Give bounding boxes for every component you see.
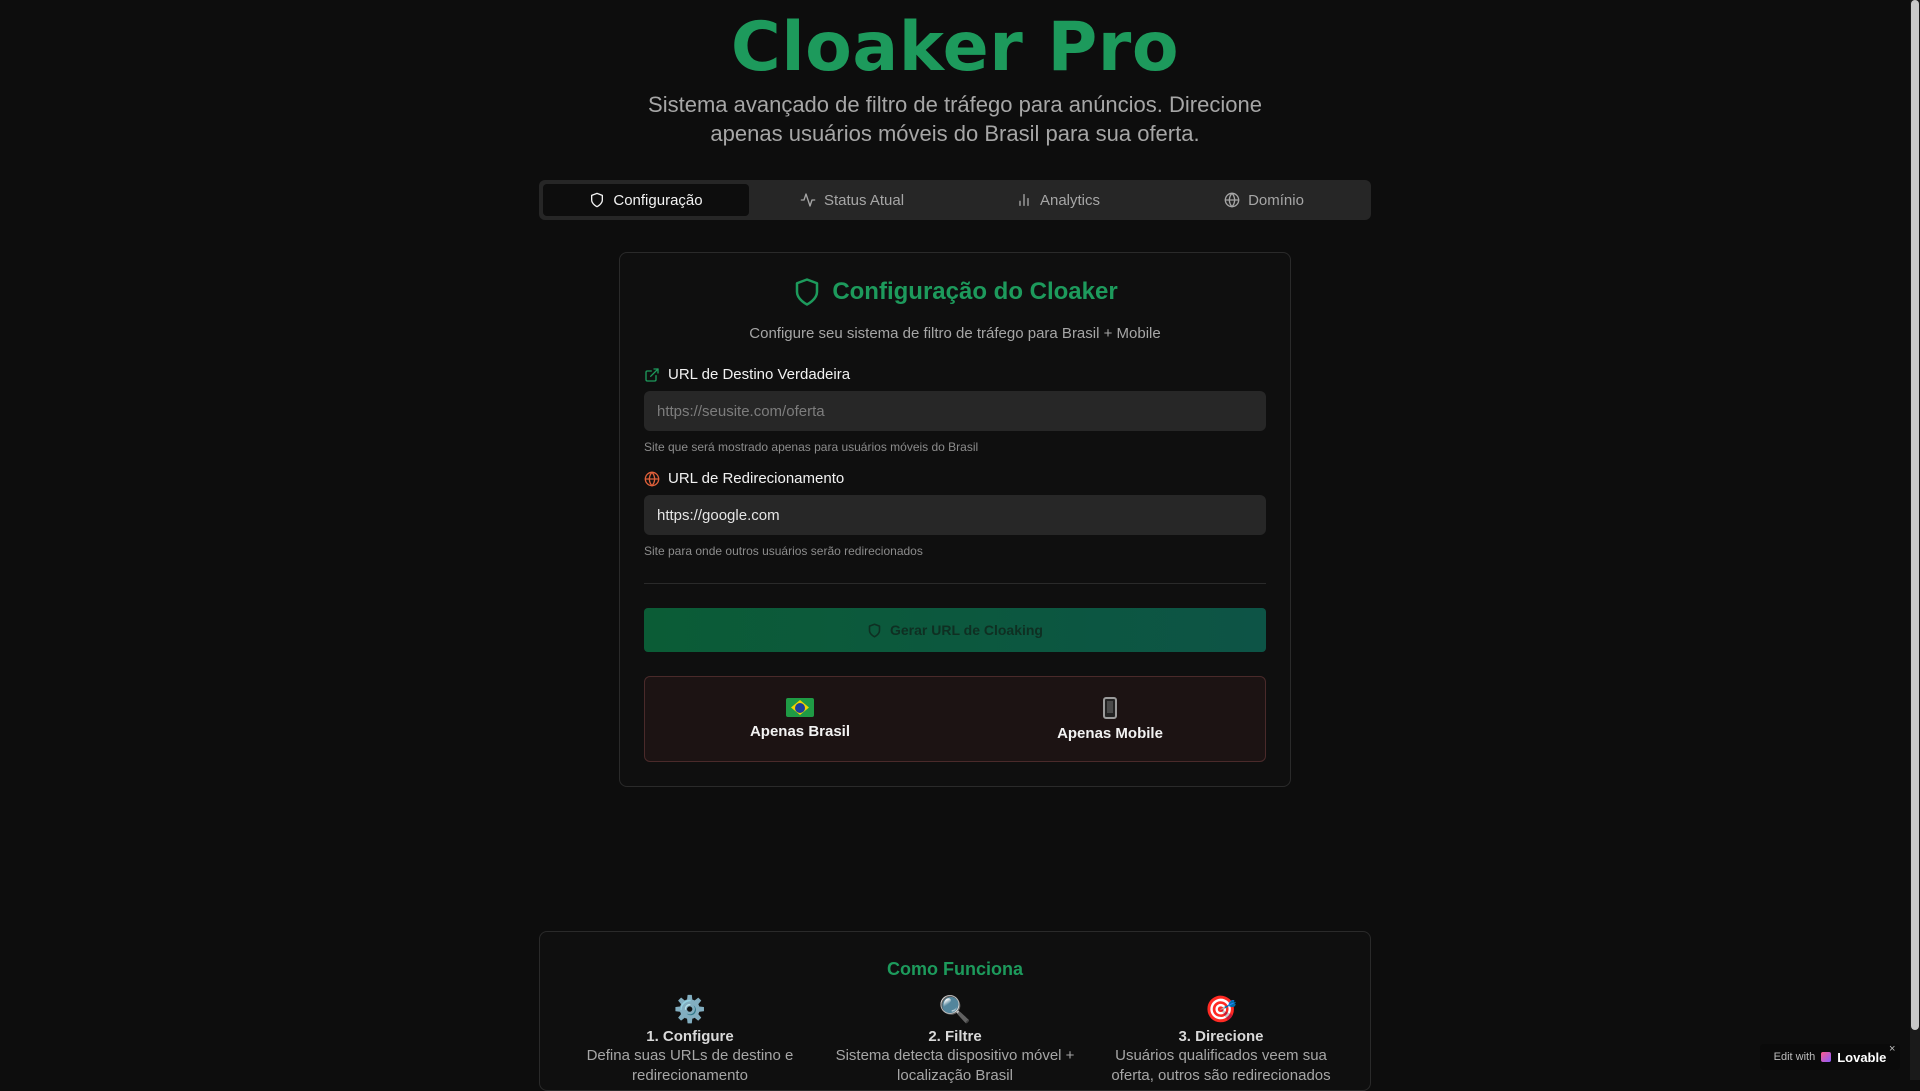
brazil-flag-icon	[786, 698, 814, 717]
page-subtitle: Sistema avançado de filtro de tráfego pa…	[648, 92, 1262, 146]
step-title: 3. Direcione	[1178, 1028, 1264, 1045]
badge-brand: Lovable	[1837, 1049, 1887, 1065]
step-description: Defina suas URLs de destino e redirecion…	[586, 1047, 794, 1084]
magnifier-icon: 🔍	[938, 994, 972, 1024]
filter-label: Apenas Mobile	[1057, 724, 1163, 742]
step-direct: 🎯 3. Direcione Usuários qualificados vee…	[1096, 992, 1346, 1086]
tab-dominio[interactable]: Domínio	[1161, 184, 1367, 216]
redirect-url-input[interactable]	[644, 495, 1266, 535]
divider	[644, 583, 1266, 584]
step-description: Usuários qualificados veem sua oferta, o…	[1111, 1047, 1331, 1084]
config-card-description: Configure seu sistema de filtro de tráfe…	[749, 325, 1161, 342]
generate-cloaking-url-button[interactable]: Gerar URL de Cloaking	[644, 608, 1266, 652]
config-card: Configuração do Cloaker Configure seu si…	[619, 252, 1291, 787]
step-configure: ⚙️ 1. Configure Defina suas URLs de dest…	[565, 992, 815, 1086]
shield-icon	[591, 192, 604, 208]
gear-icon: ⚙️	[673, 994, 707, 1024]
shield-icon	[796, 278, 819, 306]
tab-bar: Configuração Status Atual Analytics Domí…	[539, 180, 1371, 220]
how-it-works-card: Como Funciona ⚙️ 1. Configure Defina sua…	[539, 931, 1371, 1091]
redirect-url-hint: Site para onde outros usuários serão red…	[644, 544, 923, 558]
step-title: 1. Configure	[646, 1028, 734, 1045]
globe-icon	[1224, 192, 1240, 208]
tab-configuracao[interactable]: Configuração	[543, 184, 749, 216]
edit-with-lovable-badge[interactable]: Edit with Lovable	[1760, 1044, 1900, 1070]
page-title: Cloaker Pro	[730, 8, 1180, 87]
tab-status-atual[interactable]: Status Atual	[749, 184, 955, 216]
tab-analytics[interactable]: Analytics	[955, 184, 1161, 216]
scrollbar-thumb[interactable]	[1911, 0, 1919, 1030]
dest-url-label-text: URL de Destino Verdadeira	[668, 366, 851, 383]
filter-brazil-only: Apenas Brasil	[645, 677, 955, 761]
config-card-header: Configuração do Cloaker	[620, 277, 1290, 307]
filter-summary: Apenas Brasil Apenas Mobile	[644, 676, 1266, 762]
dest-url-input[interactable]	[644, 391, 1266, 431]
external-link-icon	[645, 367, 659, 382]
dest-url-hint: Site que será mostrado apenas para usuár…	[644, 440, 979, 454]
tab-label: Domínio	[1248, 191, 1304, 209]
filter-mobile-only: Apenas Mobile	[955, 677, 1265, 761]
close-icon[interactable]: ×	[1889, 1043, 1895, 1055]
lovable-logo-icon	[1821, 1052, 1832, 1062]
dest-url-label: URL de Destino Verdadeira	[644, 366, 850, 383]
tab-label: Status Atual	[823, 191, 905, 209]
step-filter: 🔍 2. Filtre Sistema detecta dispositivo …	[830, 992, 1080, 1086]
step-title: 2. Filtre	[928, 1028, 982, 1045]
generate-button-label: Gerar URL de Cloaking	[889, 622, 1043, 638]
tab-label: Analytics	[1039, 191, 1101, 209]
badge-prefix: Edit with	[1773, 1051, 1816, 1063]
step-description: Sistema detecta dispositivo móvel + loca…	[835, 1047, 1075, 1084]
filter-label: Apenas Brasil	[749, 723, 851, 740]
tab-label: Configuração	[613, 191, 703, 209]
redirect-url-label: URL de Redirecionamento	[644, 470, 844, 487]
activity-icon	[800, 193, 816, 207]
how-it-works-title: Como Funciona	[887, 959, 1023, 979]
redirect-url-label-text: URL de Redirecionamento	[668, 470, 845, 487]
target-icon: 🎯	[1204, 994, 1238, 1024]
config-card-title: Configuração do Cloaker	[832, 278, 1118, 305]
mobile-phone-icon	[1103, 696, 1117, 719]
globe-icon	[644, 470, 660, 487]
shield-icon	[868, 622, 881, 638]
bar-chart-icon	[1019, 194, 1029, 206]
page-scrollbar[interactable]	[1910, 0, 1920, 1080]
